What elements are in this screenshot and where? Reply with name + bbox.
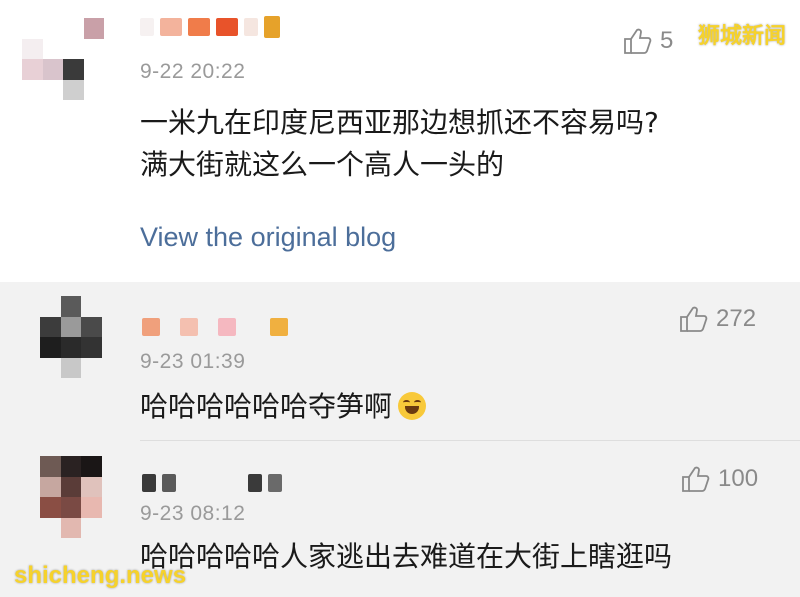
- like-count: 272: [716, 305, 757, 332]
- timestamp: 9-23 01:39: [140, 350, 246, 373]
- comment-text-line2: 满大街就这么一个高人一头的: [140, 148, 505, 181]
- like-button[interactable]: 272: [678, 304, 756, 334]
- reply-text: 哈哈哈哈哈哈夺笋啊: [140, 386, 427, 428]
- like-button[interactable]: 100: [680, 464, 758, 494]
- divider: [140, 440, 800, 441]
- thumbs-up-icon: [682, 466, 710, 492]
- laughing-tears-emoji-icon: [398, 392, 427, 420]
- avatar[interactable]: [40, 296, 102, 378]
- username-blurred[interactable]: [142, 318, 288, 336]
- avatar[interactable]: [40, 456, 102, 538]
- like-count: 100: [718, 465, 759, 492]
- main-comment-card: 5 9-22 20:22 一米九在印度尼西亚那边想抓还不容易吗? 满大街就这么一…: [0, 0, 800, 282]
- thumbs-up-icon: [624, 28, 652, 54]
- watermark-site: shicheng.news: [14, 562, 187, 589]
- watermark-logo: 狮城新闻: [697, 24, 786, 49]
- username-blurred[interactable]: [140, 16, 280, 38]
- like-count: 5: [660, 27, 674, 54]
- timestamp: 9-22 20:22: [140, 60, 246, 83]
- avatar[interactable]: [22, 18, 104, 100]
- view-original-blog-link[interactable]: View the original blog: [140, 222, 396, 253]
- like-button[interactable]: 5: [622, 26, 673, 56]
- reply-text-content: 哈哈哈哈哈哈夺笋啊: [140, 390, 393, 423]
- reply-text: 哈哈哈哈哈人家逃出去难道在大街上瞎逛吗: [140, 540, 673, 573]
- username-blurred[interactable]: [142, 474, 282, 492]
- timestamp: 9-23 08:12: [140, 502, 246, 525]
- thumbs-up-icon: [680, 306, 708, 332]
- comment-text-line1: 一米九在印度尼西亚那边想抓还不容易吗?: [140, 106, 659, 139]
